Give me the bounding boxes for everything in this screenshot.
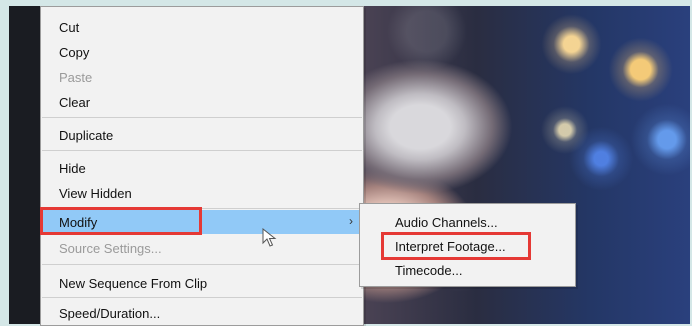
screenshot-frame: Cut Copy Paste Clear Duplicate Hide View…	[0, 0, 692, 326]
menu-item-label: Interpret Footage...	[395, 238, 506, 254]
menu-item-clear[interactable]: Clear	[41, 90, 363, 114]
submenu-item-audio-channels[interactable]: Audio Channels...	[360, 210, 575, 234]
submenu-item-interpret-footage[interactable]: Interpret Footage...	[360, 234, 575, 258]
menu-separator	[42, 117, 362, 118]
menu-item-speed-duration[interactable]: Speed/Duration...	[41, 301, 363, 325]
submenu-item-timecode[interactable]: Timecode...	[360, 258, 575, 282]
menu-item-label: Timecode...	[395, 262, 463, 278]
menu-separator	[42, 150, 362, 151]
menu-item-hide[interactable]: Hide	[41, 156, 363, 180]
chevron-right-icon: ›	[349, 214, 353, 228]
menu-item-label: Source Settings...	[59, 240, 162, 256]
menu-item-label: New Sequence From Clip	[59, 275, 208, 291]
menu-item-label: Modify	[59, 214, 98, 230]
menu-item-label: Duplicate	[59, 127, 114, 143]
menu-item-label: View Hidden	[59, 185, 132, 201]
menu-item-label: Copy	[59, 44, 90, 60]
menu-item-duplicate[interactable]: Duplicate	[41, 123, 363, 147]
menu-item-modify[interactable]: Modify ›	[41, 210, 363, 234]
menu-item-cut[interactable]: Cut	[41, 15, 363, 39]
menu-item-label: Hide	[59, 160, 86, 176]
menu-item-label: Speed/Duration...	[59, 305, 161, 321]
menu-item-label: Paste	[59, 69, 93, 85]
menu-item-label: Cut	[59, 19, 80, 35]
menu-separator	[42, 264, 362, 265]
menu-item-paste: Paste	[41, 65, 363, 89]
menu-item-new-sequence-from-clip[interactable]: New Sequence From Clip	[41, 271, 363, 295]
modify-submenu: Audio Channels... Interpret Footage... T…	[359, 203, 576, 287]
mouse-cursor-icon	[262, 228, 277, 247]
menu-item-source-settings: Source Settings...	[41, 236, 363, 260]
menu-separator	[42, 208, 362, 209]
context-menu: Cut Copy Paste Clear Duplicate Hide View…	[40, 6, 364, 326]
menu-item-label: Audio Channels...	[395, 214, 498, 230]
menu-item-label: Clear	[59, 94, 91, 110]
menu-item-view-hidden[interactable]: View Hidden	[41, 181, 363, 205]
menu-item-copy[interactable]: Copy	[41, 40, 363, 64]
menu-separator	[42, 297, 362, 298]
